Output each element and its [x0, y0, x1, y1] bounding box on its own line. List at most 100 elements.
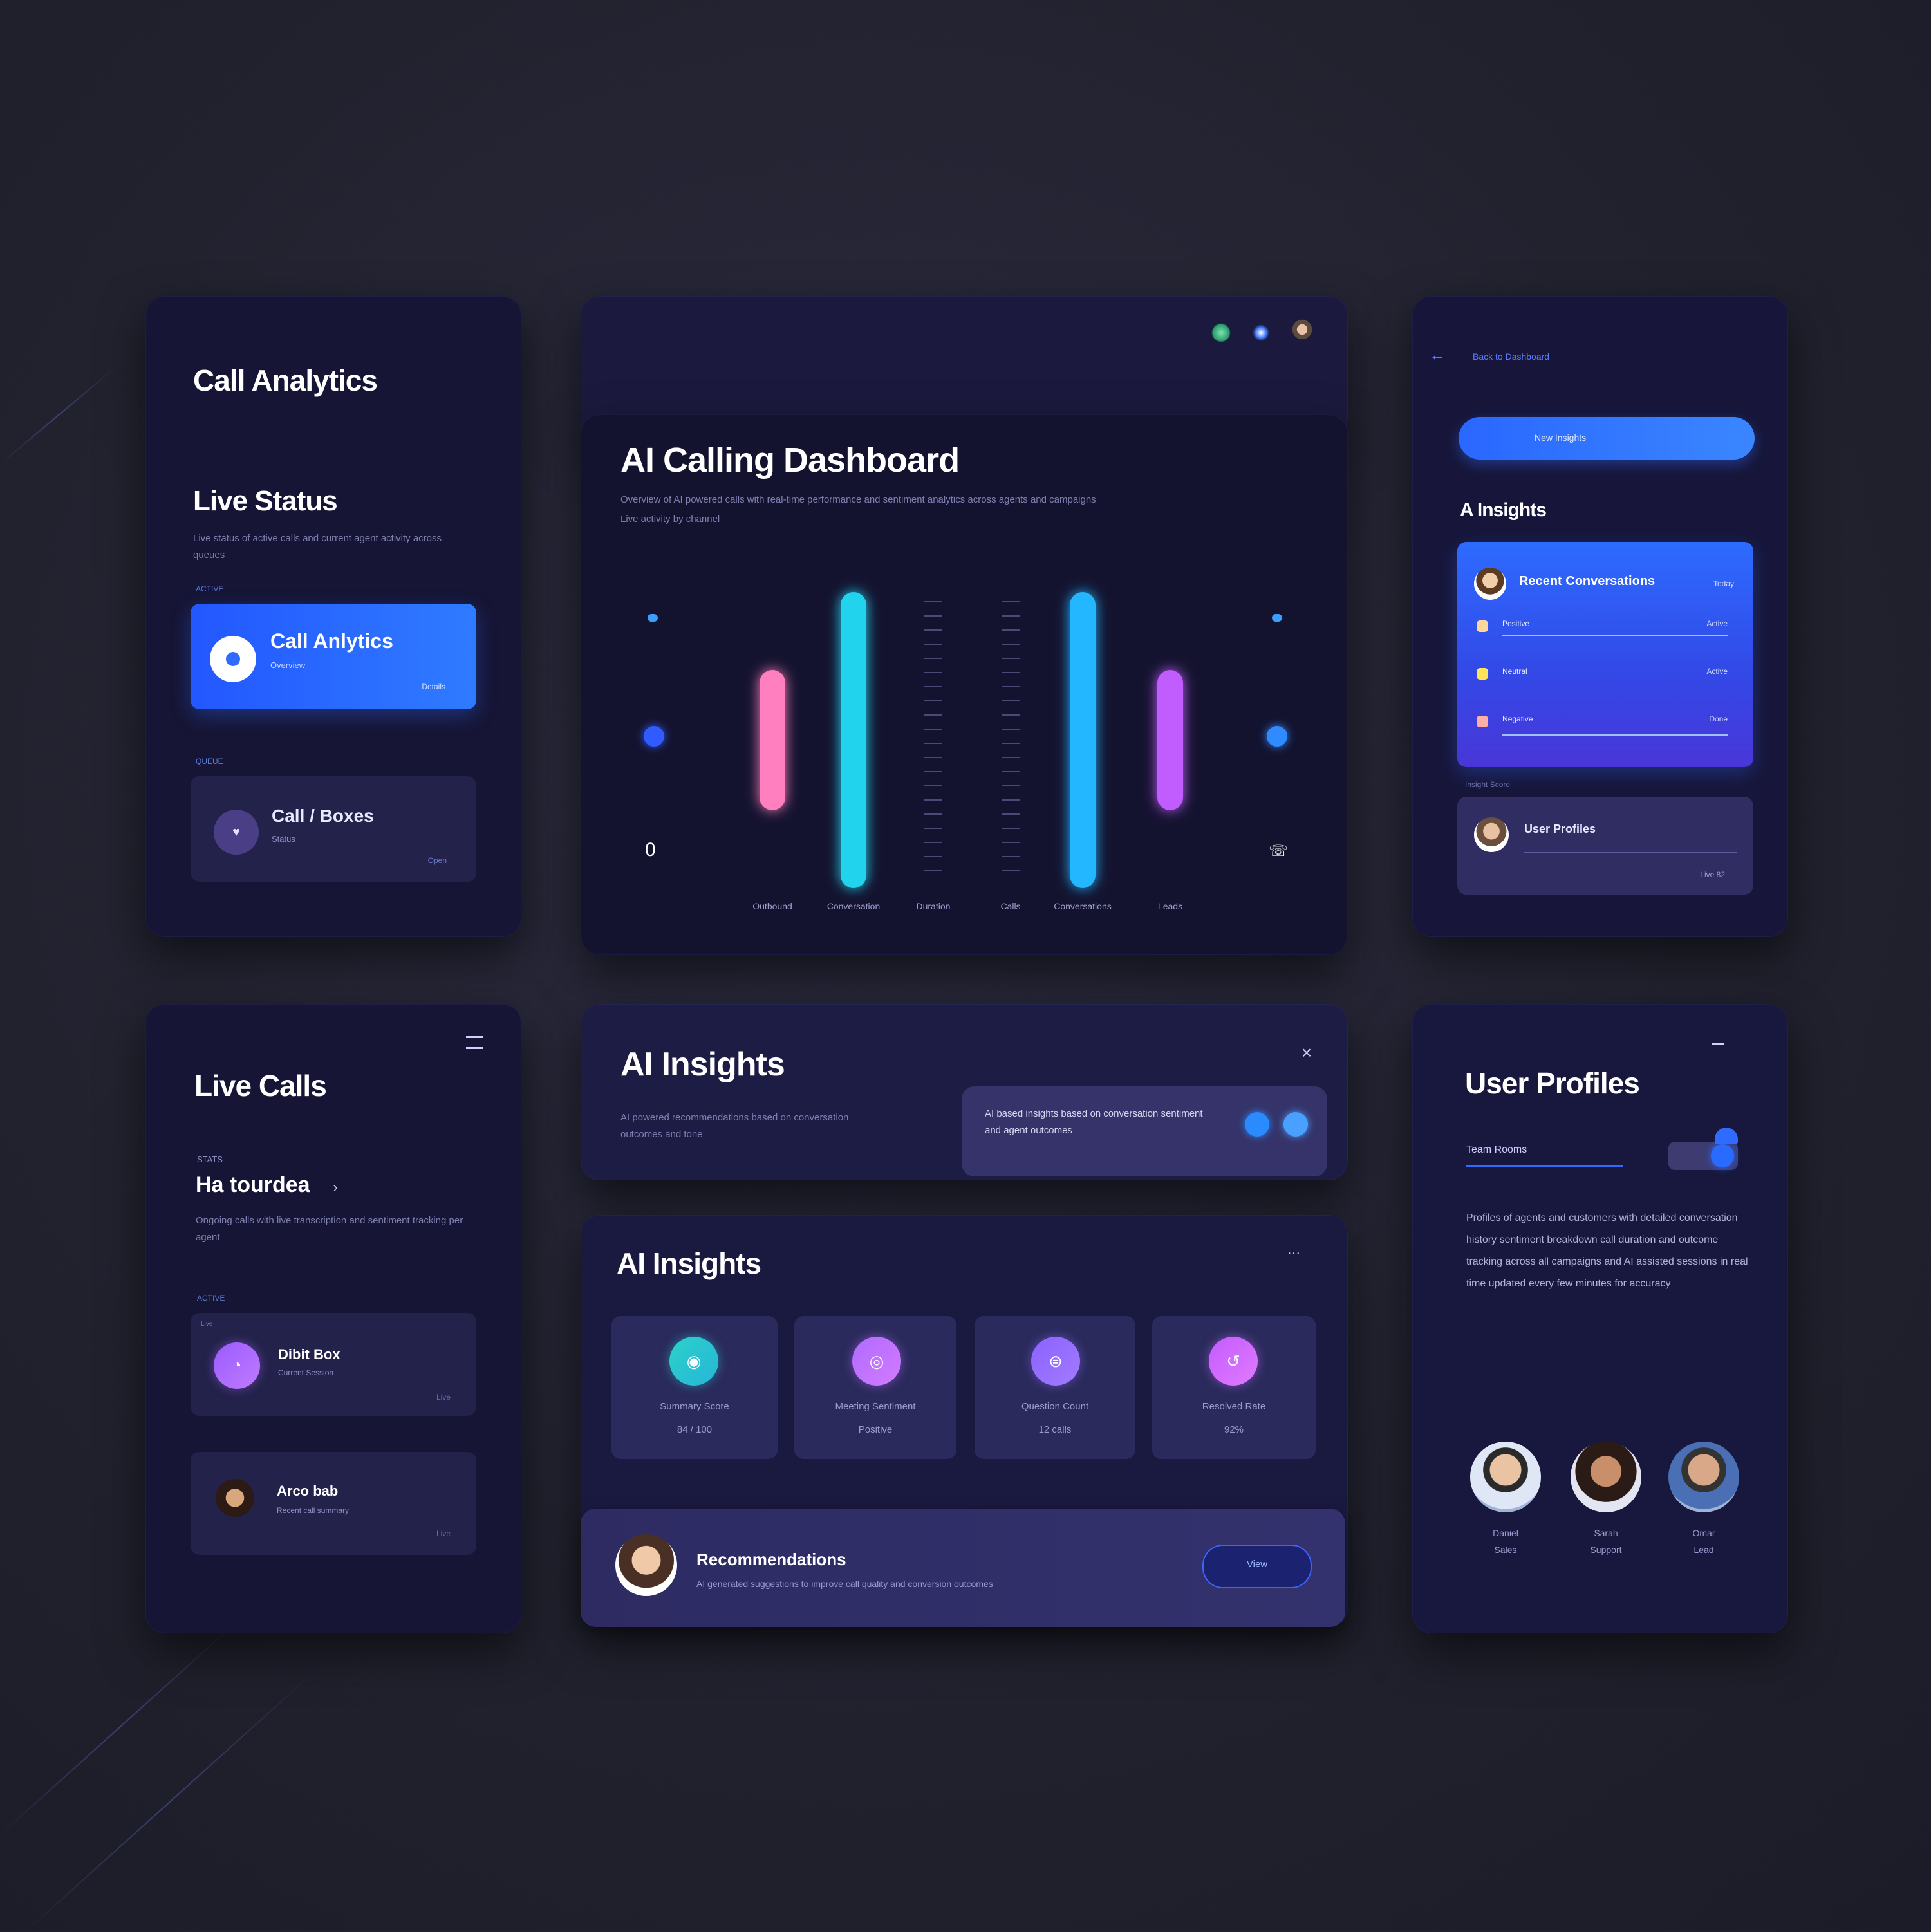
- chat-icon: ◔: [214, 1342, 260, 1389]
- minimize-icon[interactable]: [1712, 1043, 1724, 1045]
- footer-label: Insight Score: [1465, 780, 1511, 789]
- globe-icon[interactable]: [1211, 323, 1231, 342]
- dot-icon: [1477, 668, 1488, 680]
- profile-name: Omar: [1692, 1528, 1715, 1538]
- chat-bubble-icon: ◉: [669, 1337, 718, 1386]
- chart-guide-tick: [924, 743, 942, 744]
- analytics-item-queue[interactable]: ♥ Call / Boxes Status Open: [191, 776, 476, 882]
- chart-guide-tick: [924, 799, 942, 801]
- right-marker-dot[interactable]: [1267, 726, 1287, 747]
- tile-label: Resolved Rate: [1202, 1401, 1266, 1412]
- user-row-card[interactable]: User Profiles Live 82: [1457, 797, 1753, 895]
- item-meta: Details: [422, 682, 445, 691]
- ai-calling-dashboard-card: AI Calling Dashboard Overview of AI powe…: [581, 414, 1348, 955]
- row-value: Active: [1706, 619, 1728, 628]
- section-description: Ongoing calls with live transcription an…: [196, 1215, 463, 1243]
- chart-guide-tick: [924, 870, 942, 871]
- item-title: Call / Boxes: [272, 806, 374, 826]
- profile-avatar[interactable]: [1571, 1442, 1641, 1512]
- toggle-switch[interactable]: [1668, 1142, 1738, 1170]
- chart-guide-tick: [924, 644, 942, 645]
- chart-guide-tick: [1002, 700, 1020, 701]
- tile-label: Question Count: [1021, 1401, 1089, 1412]
- card-title: Recent Conversations: [1519, 574, 1656, 588]
- toggle-dot-icon[interactable]: [1245, 1112, 1269, 1137]
- chart-guide-tick: [924, 757, 942, 758]
- message-icon: ◎: [852, 1337, 901, 1386]
- insight-tile[interactable]: ⊜ Question Count 12 calls: [975, 1316, 1135, 1459]
- more-options-icon[interactable]: ···: [1287, 1246, 1300, 1261]
- chart-guide-tick: [1002, 813, 1020, 815]
- tile-value: 12 calls: [1038, 1424, 1072, 1435]
- insight-tile[interactable]: ◉ Summary Score 84 / 100: [611, 1316, 778, 1459]
- ai-insights-banner-card: AI Insights AI powered recommendations b…: [581, 1004, 1348, 1180]
- back-label[interactable]: Back to Dashboard: [1473, 351, 1549, 362]
- left-indicator-dot: [648, 614, 658, 622]
- chart-guide-tick: [1002, 785, 1020, 786]
- dashboard-bar-chart: [760, 592, 1183, 888]
- chart-guide-tick: [924, 629, 942, 631]
- panel-text: AI based insights based on conversation …: [985, 1108, 1203, 1136]
- insight-row: Neutral Active: [1477, 664, 1734, 692]
- item-tag: Live: [201, 1321, 213, 1328]
- recent-conversations-card[interactable]: Recent Conversations Today Positive Acti…: [1457, 542, 1753, 767]
- agent-name[interactable]: Ha tourdea: [196, 1173, 310, 1198]
- profile-avatar[interactable]: [1470, 1442, 1541, 1512]
- row-label: Neutral: [1502, 667, 1527, 676]
- x-axis-label: Leads: [1157, 901, 1183, 911]
- section-tag: QUEUE: [196, 757, 223, 766]
- chart-guide-tick: [1002, 856, 1020, 857]
- chart-bar: [1157, 670, 1183, 810]
- left-marker-dot[interactable]: [644, 726, 664, 747]
- row-divider: [1502, 734, 1728, 736]
- insight-panel[interactable]: AI based insights based on conversation …: [962, 1086, 1327, 1176]
- chart-guide-tick: [1002, 714, 1020, 716]
- chart-guide-tick: [924, 856, 942, 857]
- back-arrow-icon[interactable]: ←: [1428, 345, 1447, 364]
- background-line: [0, 368, 115, 465]
- item-meta: Live: [436, 1393, 451, 1402]
- heart-icon: ♥: [214, 810, 259, 855]
- chevron-right-icon[interactable]: ›: [326, 1178, 345, 1197]
- view-button-label: View: [1246, 1559, 1268, 1570]
- live-call-item[interactable]: Arco bab Recent call summary Live: [191, 1452, 476, 1555]
- banner-description: AI powered recommendations based on conv…: [620, 1112, 849, 1140]
- profiles-tab[interactable]: Team Rooms: [1466, 1144, 1527, 1156]
- view-button[interactable]: View: [1202, 1545, 1312, 1588]
- live-call-item[interactable]: Live ◔ Dibit Box Current Session Live: [191, 1313, 476, 1416]
- right-indicator-dot: [1272, 614, 1282, 622]
- call-icon: [210, 636, 256, 682]
- chart-guide-tick: [1002, 658, 1020, 659]
- chart-guide-tick: [1002, 757, 1020, 758]
- menu-icon[interactable]: [465, 1036, 484, 1049]
- toggle-dot-icon[interactable]: [1283, 1112, 1308, 1137]
- tile-label: Meeting Sentiment: [835, 1401, 916, 1412]
- chart-guide-tick: [1002, 615, 1020, 617]
- new-insights-pill[interactable]: New Insights: [1459, 417, 1755, 460]
- insight-tile[interactable]: ◎ Meeting Sentiment Positive: [794, 1316, 956, 1459]
- section-tag: ACTIVE: [197, 1294, 225, 1303]
- card-title: Live Calls: [194, 1069, 327, 1102]
- chart-bar: [841, 592, 866, 888]
- recommendation-bar[interactable]: Recommendations AI generated suggestions…: [581, 1509, 1345, 1627]
- chart-guide-tick: [924, 658, 942, 659]
- settings-icon[interactable]: [1253, 324, 1269, 341]
- profile-name: Sarah: [1594, 1528, 1618, 1538]
- phone-icon[interactable]: ☏: [1269, 842, 1288, 860]
- chart-guide-tick: [924, 601, 942, 602]
- row-label: Negative: [1502, 714, 1533, 723]
- close-icon[interactable]: ×: [1295, 1041, 1318, 1064]
- insight-row: Positive Active: [1477, 617, 1734, 645]
- user-avatar-icon[interactable]: [1289, 319, 1316, 346]
- left-axis-label: 0: [645, 839, 656, 860]
- recommendation-description: AI generated suggestions to improve call…: [696, 1579, 993, 1589]
- banner-title: AI Insights: [620, 1046, 785, 1083]
- insight-tile[interactable]: ↺ Resolved Rate 92%: [1152, 1316, 1316, 1459]
- analytics-item-active[interactable]: Call Anlytics Overview Details: [191, 604, 476, 709]
- avatar: [1474, 568, 1506, 600]
- dot-icon: [1477, 716, 1488, 727]
- chart-guide-tick: [924, 771, 942, 772]
- profile-avatar[interactable]: [1668, 1442, 1739, 1512]
- question-icon: ⊜: [1031, 1337, 1080, 1386]
- divider: [1524, 852, 1737, 853]
